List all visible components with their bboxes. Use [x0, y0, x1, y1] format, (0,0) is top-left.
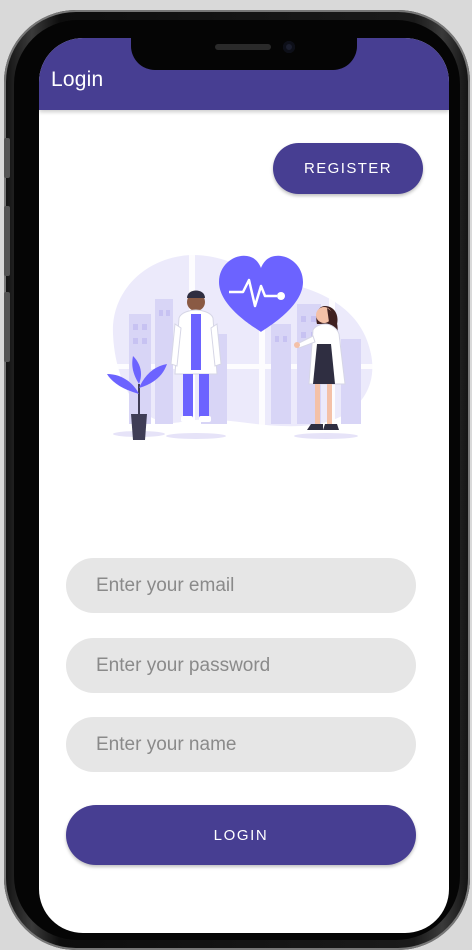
speaker-grille — [215, 44, 271, 50]
register-button[interactable]: REGISTER — [273, 143, 423, 194]
page-title: Login — [51, 68, 104, 91]
password-field[interactable]: Enter your password — [66, 638, 416, 693]
phone-notch — [131, 38, 357, 70]
login-button[interactable]: LOGIN — [66, 805, 416, 865]
app-screen: Login REGISTER Enter your email Enter yo… — [39, 38, 449, 933]
side-button-mute — [4, 138, 10, 178]
side-button-volume-down — [4, 292, 10, 362]
front-camera — [283, 41, 295, 53]
email-field[interactable]: Enter your email — [66, 558, 416, 613]
side-button-volume-up — [4, 206, 10, 276]
name-field[interactable]: Enter your name — [66, 717, 416, 772]
doctors-heart-illustration — [107, 254, 375, 440]
